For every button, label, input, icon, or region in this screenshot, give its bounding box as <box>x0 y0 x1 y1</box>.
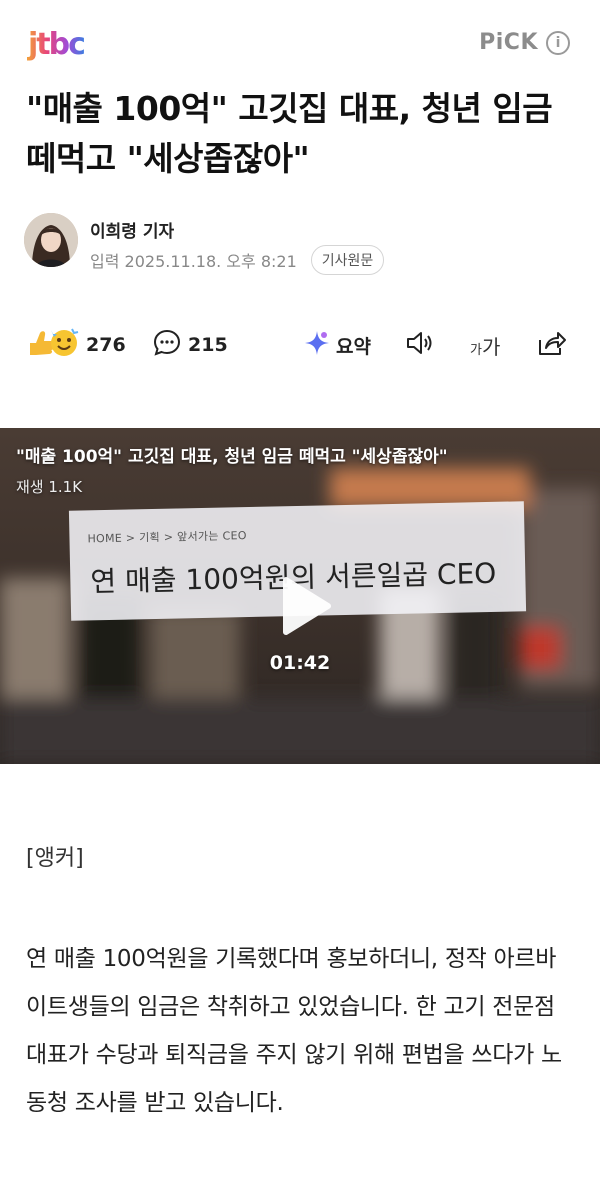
date-row: 입력 2025.11.18. 오후 8:21 기사원문 <box>90 245 385 275</box>
reaction-count: 276 <box>86 334 126 356</box>
top-bar: jtbc PiCK i <box>0 0 600 80</box>
font-size-label: 가가 <box>470 331 500 360</box>
tts-button[interactable] <box>404 325 436 365</box>
summary-button[interactable]: 요약 <box>304 325 371 365</box>
article-body: 연 매출 100억원을 기록했다며 홍보하더니, 정작 아르바이트생들의 임금은… <box>26 946 562 1116</box>
font-size-large: 가 <box>481 334 501 359</box>
jtbc-logo[interactable]: jtbc <box>26 24 96 62</box>
share-icon <box>536 328 568 362</box>
svg-text:jtbc: jtbc <box>27 27 84 62</box>
video-title: "매출 100억" 고깃집 대표, 청년 임금 떼먹고 "세상좁잖아" <box>16 447 448 467</box>
video-duration: 01:42 <box>269 652 331 674</box>
anchor-label: [앵커] <box>26 846 84 871</box>
reaction-button[interactable]: 276 <box>24 325 126 365</box>
summary-label: 요약 <box>336 335 371 358</box>
comment-button[interactable]: 215 <box>152 325 228 365</box>
video-player[interactable]: "매출 100억" 고깃집 대표, 청년 임금 떼먹고 "세상좁잖아" 재생 1… <box>0 428 600 764</box>
pick-label: PiCK <box>479 30 538 55</box>
pick-badge[interactable]: PiCK i <box>479 30 570 55</box>
reaction-emoji-icon <box>24 325 80 365</box>
article-actions: 276 215 요약 가가 <box>24 325 576 365</box>
ai-summary-icon <box>304 330 330 360</box>
video-view-count: 재생 1.1K <box>16 478 83 496</box>
original-article-button[interactable]: 기사원문 <box>310 245 385 275</box>
font-size-button[interactable]: 가가 <box>470 325 500 365</box>
comment-bubble-icon <box>152 328 182 362</box>
video-breadcrumb: HOME > 기획 > 앞서가는 CEO <box>87 529 247 546</box>
comment-count: 215 <box>188 334 228 356</box>
share-button[interactable] <box>536 325 568 365</box>
play-icon[interactable] <box>266 570 338 642</box>
info-icon[interactable]: i <box>546 30 570 55</box>
font-size-small: 가 <box>470 342 482 358</box>
byline: 이희령 기자 입력 2025.11.18. 오후 8:21 기사원문 <box>24 213 584 275</box>
publish-date: 입력 2025.11.18. 오후 8:21 <box>90 252 297 271</box>
reporter-avatar[interactable] <box>24 213 78 267</box>
speaker-icon <box>404 328 436 362</box>
reporter-name[interactable]: 이희령 기자 <box>90 217 174 242</box>
article-headline: "매출 100억" 고깃집 대표, 청년 임금 떼먹고 "세상좁잖아" <box>26 89 553 178</box>
